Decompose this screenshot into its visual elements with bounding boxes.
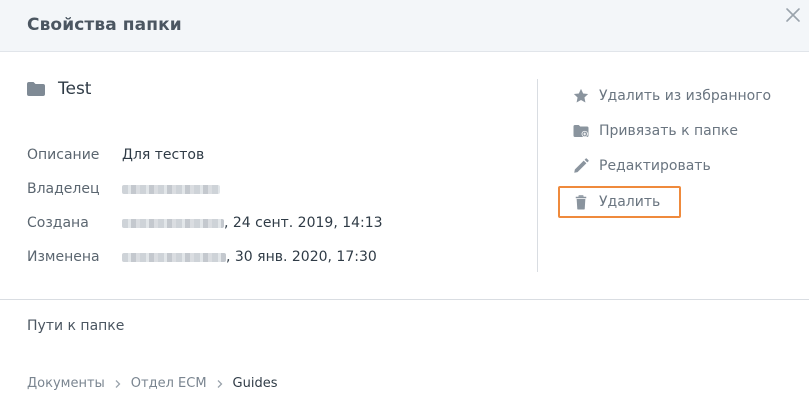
property-value bbox=[122, 184, 220, 194]
property-date: , 30 янв. 2020, 17:30 bbox=[226, 249, 377, 265]
dialog-header: Свойства папки bbox=[0, 0, 809, 52]
breadcrumb-item[interactable]: Документы bbox=[27, 376, 105, 391]
chevron-right-icon bbox=[217, 379, 222, 388]
property-date: , 24 сент. 2019, 14:13 bbox=[224, 215, 383, 231]
redacted-name bbox=[122, 184, 220, 194]
link-to-folder-button[interactable]: Привязать к папке bbox=[558, 115, 788, 147]
horizontal-divider bbox=[0, 299, 809, 300]
breadcrumb: Документы Отдел ECM Guides bbox=[27, 376, 278, 391]
breadcrumb-item[interactable]: Отдел ECM bbox=[131, 376, 207, 391]
action-label: Редактировать bbox=[599, 158, 711, 174]
properties-list: Описание Для тестов Владелец Создана , 2… bbox=[27, 138, 383, 274]
redacted-name bbox=[122, 218, 224, 228]
action-label: Удалить bbox=[599, 194, 661, 210]
breadcrumb-current: Guides bbox=[232, 376, 278, 391]
vertical-divider bbox=[537, 79, 538, 272]
dialog-title: Свойства папки bbox=[27, 15, 182, 35]
close-icon[interactable] bbox=[783, 5, 803, 25]
remove-from-favorites-button[interactable]: Удалить из избранного bbox=[558, 80, 788, 112]
property-value: , 30 янв. 2020, 17:30 bbox=[122, 249, 377, 265]
edit-button[interactable]: Редактировать bbox=[558, 150, 788, 182]
property-value: , 24 сент. 2019, 14:13 bbox=[122, 215, 383, 231]
trash-icon bbox=[575, 195, 587, 210]
property-modified: Изменена , 30 янв. 2020, 17:30 bbox=[27, 240, 383, 274]
action-label: Привязать к папке bbox=[599, 123, 738, 139]
pencil-icon bbox=[574, 158, 589, 173]
property-label: Создана bbox=[27, 215, 89, 231]
action-label: Удалить из избранного bbox=[599, 88, 772, 104]
delete-button[interactable]: Удалить bbox=[558, 186, 681, 218]
folder-properties-dialog: Свойства папки Test Описание Для тестов … bbox=[0, 0, 809, 401]
property-owner: Владелец bbox=[27, 172, 383, 206]
folder-icon bbox=[27, 82, 45, 96]
property-label: Владелец bbox=[27, 181, 100, 197]
property-value: Для тестов bbox=[122, 147, 205, 163]
property-label: Изменена bbox=[27, 249, 100, 265]
redacted-name bbox=[122, 252, 226, 262]
folder-link-icon bbox=[573, 125, 589, 138]
property-label: Описание bbox=[27, 147, 100, 163]
property-description: Описание Для тестов bbox=[27, 138, 383, 172]
folder-heading: Test bbox=[27, 78, 91, 100]
folder-paths-title: Пути к папке bbox=[27, 318, 125, 334]
chevron-right-icon bbox=[115, 379, 121, 388]
property-created: Создана , 24 сент. 2019, 14:13 bbox=[27, 206, 383, 240]
star-icon bbox=[573, 88, 589, 103]
folder-name: Test bbox=[58, 79, 92, 99]
